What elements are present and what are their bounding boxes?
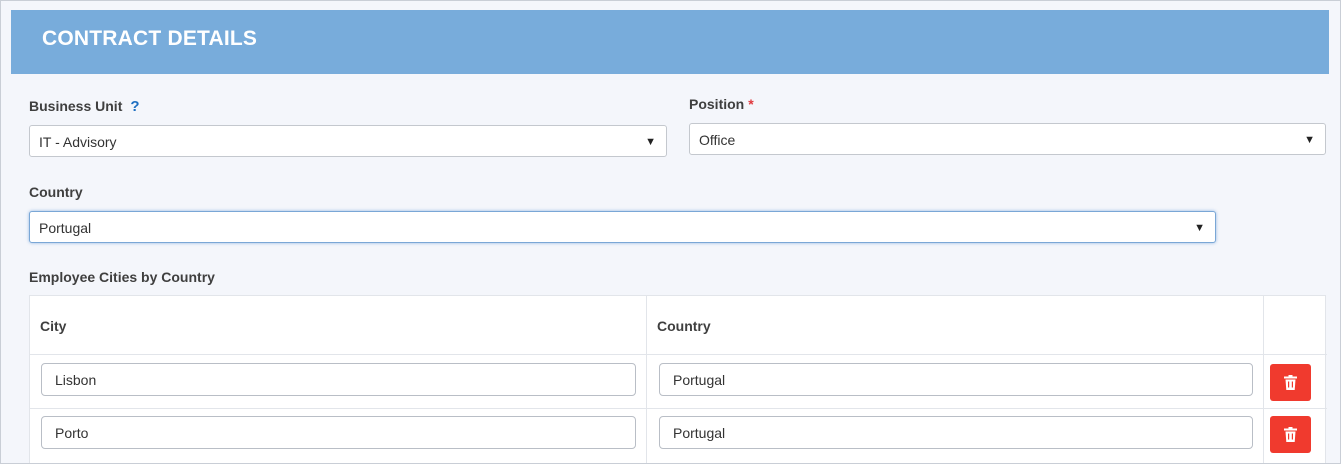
- required-marker: *: [748, 96, 754, 112]
- delete-row-button[interactable]: [1270, 364, 1311, 401]
- column-header-city: City: [40, 318, 67, 334]
- position-value: Office: [699, 132, 736, 148]
- business-unit-select[interactable]: IT - Advisory ▼: [29, 125, 667, 157]
- section-header: CONTRACT DETAILS: [11, 10, 1329, 74]
- column-divider: [646, 296, 647, 463]
- column-divider: [1263, 296, 1264, 463]
- caret-down-icon: ▼: [645, 136, 656, 148]
- caret-down-icon: ▼: [1194, 222, 1205, 234]
- header-divider: [30, 354, 1327, 355]
- business-unit-value: IT - Advisory: [39, 134, 117, 150]
- position-select[interactable]: Office ▼: [689, 123, 1326, 155]
- cities-table: City Country Lisbon Portugal Porto Portu…: [29, 295, 1327, 463]
- position-label-group: Position *: [689, 96, 754, 112]
- caret-down-icon: ▼: [1304, 134, 1315, 146]
- city-value: Lisbon: [55, 372, 97, 388]
- country-value: Portugal: [39, 220, 92, 236]
- country-input[interactable]: Portugal: [659, 416, 1253, 449]
- city-value: Porto: [55, 425, 89, 441]
- column-header-country: Country: [657, 318, 711, 334]
- business-unit-label: Business Unit: [29, 98, 123, 114]
- position-label: Position: [689, 96, 745, 112]
- city-input[interactable]: Porto: [41, 416, 636, 449]
- trash-icon: [1284, 427, 1297, 442]
- country-label: Country: [29, 184, 83, 200]
- country-input[interactable]: Portugal: [659, 363, 1253, 396]
- contract-details-panel: CONTRACT DETAILS Business Unit? IT - Adv…: [0, 0, 1341, 464]
- cities-table-title: Employee Cities by Country: [29, 269, 215, 285]
- delete-row-button[interactable]: [1270, 416, 1311, 453]
- city-input[interactable]: Lisbon: [41, 363, 636, 396]
- country-cell-value: Portugal: [673, 372, 726, 388]
- country-cell-value: Portugal: [673, 425, 726, 441]
- help-icon[interactable]: ?: [130, 98, 139, 115]
- country-select[interactable]: Portugal ▼: [29, 211, 1216, 243]
- trash-icon: [1284, 375, 1297, 390]
- section-title: CONTRACT DETAILS: [42, 27, 258, 50]
- row-divider: [30, 408, 1327, 409]
- business-unit-label-group: Business Unit?: [29, 98, 140, 115]
